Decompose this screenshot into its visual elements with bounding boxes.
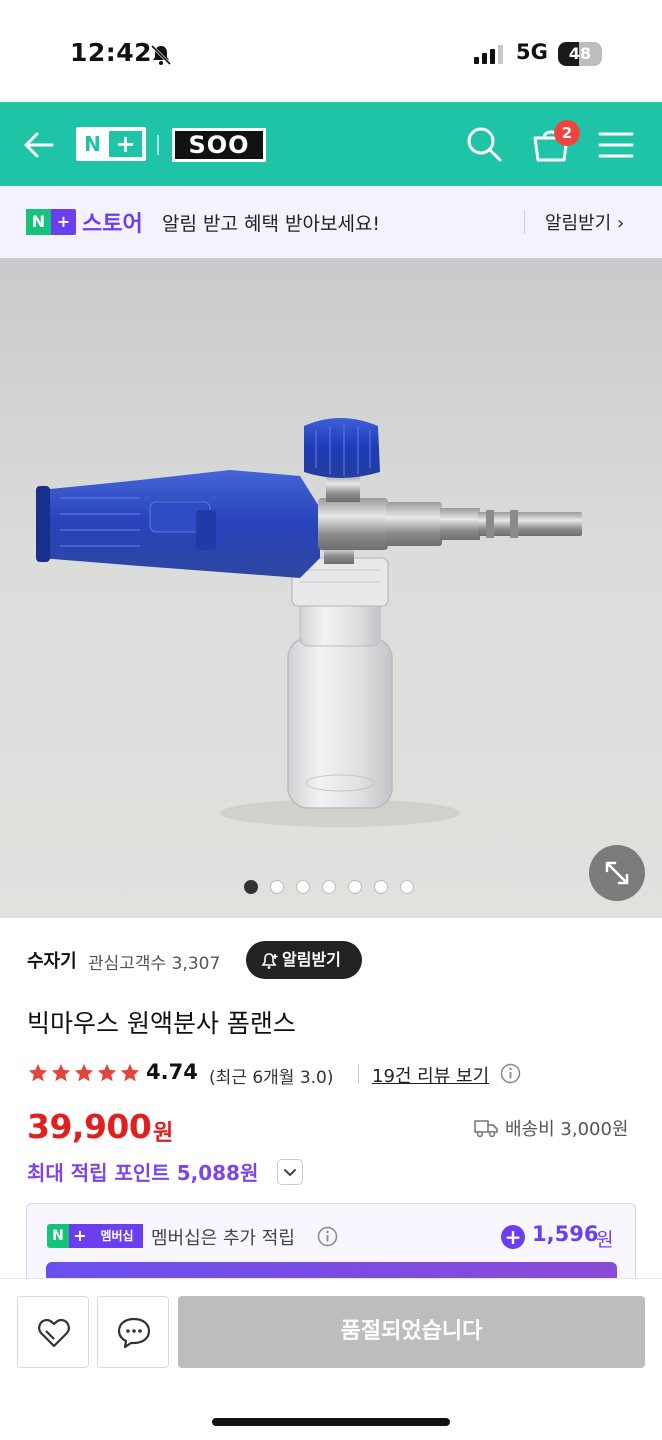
store-label: 스토어 [82,212,143,237]
membership-currency: 원 [596,1229,614,1251]
battery-icon: 48 [558,42,602,66]
delivery-truck-icon [474,1120,498,1138]
banner-divider [524,210,525,234]
search-icon[interactable] [464,124,504,164]
seller-name[interactable]: 수자기 [27,947,77,973]
recent-rating: (최근 6개월 3.0) [209,1068,334,1088]
carousel-dot[interactable] [322,880,336,894]
notify-button[interactable]: 알림받기 [246,941,362,979]
home-indicator[interactable] [212,1418,450,1426]
product-title: 빅마우스 원액분사 폼랜스 [27,1009,296,1038]
carousel-dot[interactable] [270,880,284,894]
star-icon [74,1063,94,1082]
watcher-count: 관심고객수 3,307 [88,954,221,974]
bell-plus-icon [261,953,278,969]
expand-arrows-icon [605,861,629,885]
battery-level: 48 [568,44,592,63]
chevron-down-icon [284,1169,296,1177]
plus-circle-icon: + [501,1225,525,1249]
store-notification-banner: N + 스토어 알림 받고 혜택 받아보세요! 알림받기 › [0,186,662,258]
status-time: 12:42 [70,38,153,67]
membership-box: N + 멤버십 멤버십은 추가 적립 + 1,596 원 [26,1203,636,1283]
max-points: 최대 적립 포인트 5,088원 [27,1161,259,1185]
rating-divider [358,1064,359,1084]
info-icon[interactable] [317,1226,338,1247]
rating-stars [27,1062,141,1084]
purchase-bar: 품절되었습니다 [0,1278,662,1440]
wishlist-button[interactable] [17,1296,89,1368]
product-image[interactable] [0,258,662,918]
star-icon [28,1063,48,1082]
notify-label: 알림받기 [282,950,341,969]
heart-icon [38,1318,70,1348]
subscribe-alert-link[interactable]: 알림받기 › [545,209,624,235]
star-icon [97,1063,117,1082]
carousel-dot[interactable] [244,880,258,894]
reviews-link[interactable]: 19건 리뷰 보기 [372,1062,489,1088]
status-bar: 12:42 5G 48 [0,0,662,102]
network-type: 5G [516,40,548,64]
price-currency: 원 [153,1121,174,1146]
chat-button[interactable] [97,1296,169,1368]
image-carousel-dots[interactable] [244,880,414,894]
star-icon [51,1063,71,1082]
banner-message: 알림 받고 혜택 받아보세요! [162,213,381,235]
carousel-dot[interactable] [348,880,362,894]
expand-image-button[interactable] [589,845,645,901]
hamburger-menu-icon[interactable] [598,130,634,160]
membership-tag: N + 멤버십 [47,1224,143,1248]
carousel-dot[interactable] [374,880,388,894]
membership-text: 멤버십은 추가 적립 [151,1228,295,1249]
points-expand-button[interactable] [277,1159,303,1185]
bell-muted-icon [150,44,172,66]
chat-bubble-icon [117,1317,151,1349]
rating-value: 4.74 [146,1060,198,1084]
cell-signal-icon [474,44,503,64]
membership-points: 1,596 [532,1222,599,1246]
naver-plus-logo[interactable]: N + [76,127,146,161]
carousel-dot[interactable] [296,880,310,894]
back-arrow-icon[interactable] [22,128,56,162]
info-icon[interactable] [500,1063,521,1084]
product-price: 39,900 [27,1107,152,1146]
star-icon [120,1063,140,1082]
cart-count-badge: 2 [554,120,580,146]
foam-lance-illustration [36,418,582,827]
sold-out-button: 품절되었습니다 [178,1296,645,1368]
top-nav: N + SOO 2 [0,102,662,186]
shipping-fee: 배송비 3,000원 [505,1119,629,1140]
logo-divider [157,135,159,155]
store-brand-logo[interactable]: SOO [172,128,266,162]
carousel-dot[interactable] [400,880,414,894]
naver-plus-store-logo: N + [26,209,76,235]
